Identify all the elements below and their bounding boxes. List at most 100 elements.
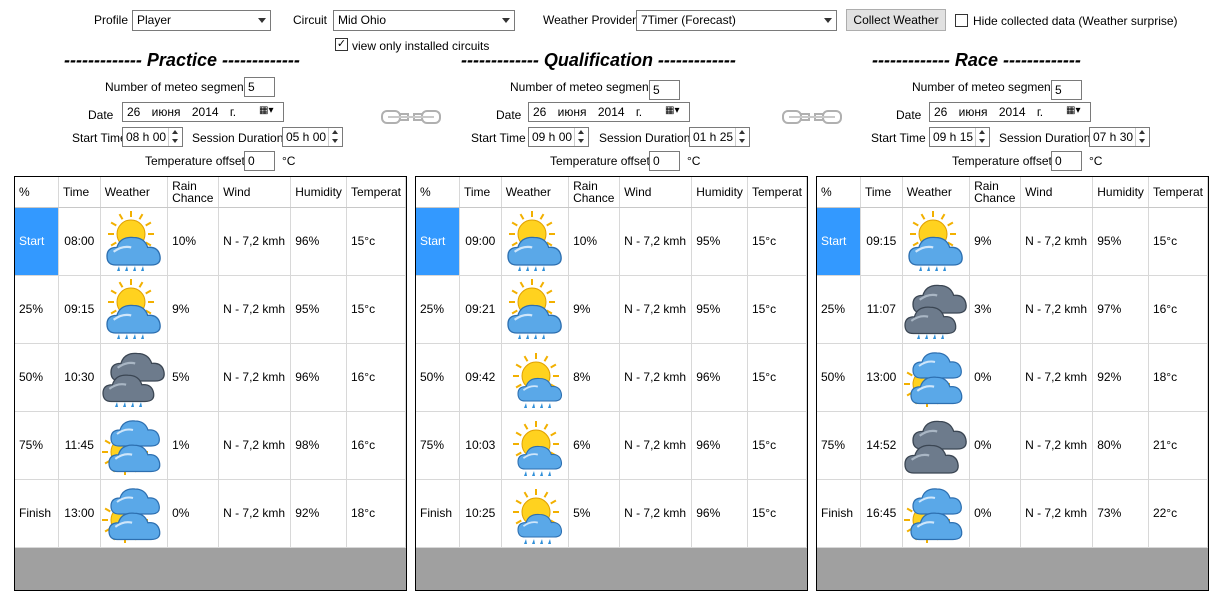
temperature-cell[interactable]: 15°c [1148,207,1208,276]
column-header[interactable]: Time [459,177,502,208]
segments-input[interactable]: 5 [244,77,275,97]
rain-chance-cell[interactable]: 9% [969,207,1022,276]
humidity-cell[interactable]: 92% [1092,343,1149,412]
temperature-cell[interactable]: 15°c [346,275,406,344]
humidity-cell[interactable]: 97% [1092,275,1149,344]
percent-cell[interactable]: 75% [817,411,861,480]
wind-cell[interactable]: N - 7,2 kmh [218,343,292,412]
percent-cell[interactable]: 75% [15,411,59,480]
column-header[interactable]: % [416,177,460,208]
wind-cell[interactable]: N - 7,2 kmh [619,479,693,548]
rain-chance-cell[interactable]: 0% [969,411,1022,480]
wind-cell[interactable]: N - 7,2 kmh [619,207,693,276]
time-cell[interactable]: 16:45 [860,479,903,548]
column-header[interactable]: Rain Chance [969,177,1022,208]
weather-grid[interactable]: % Time Weather Rain Chance Wind Humidity Tempe… [816,176,1209,591]
session-duration-spinner[interactable]: 07 h 30 [1089,127,1150,147]
column-header[interactable]: Wind [1020,177,1094,208]
session-duration-spinner[interactable]: 05 h 00 [282,127,343,147]
weather-cell[interactable] [501,207,570,276]
hide-collected-checkbox[interactable] [955,14,968,27]
table-row[interactable]: Finish 16:45 0% N - 7,2 kmh 73% 22°c [817,479,1208,548]
weather-cell[interactable] [902,343,971,412]
weather-cell[interactable] [100,343,169,412]
wind-cell[interactable]: N - 7,2 kmh [218,207,292,276]
percent-cell[interactable]: Finish [817,479,861,548]
temperature-offset-input[interactable]: 0 [244,151,275,171]
wind-cell[interactable]: N - 7,2 kmh [1020,411,1094,480]
rain-chance-cell[interactable]: 3% [969,275,1022,344]
percent-cell[interactable]: Start [15,207,59,276]
rain-chance-cell[interactable]: 0% [969,479,1022,548]
wind-cell[interactable]: N - 7,2 kmh [1020,343,1094,412]
date-picker[interactable]: 26 июня 2014 г. ▦▾ [929,102,1091,122]
start-time-spinner[interactable]: 09 h 00 [528,127,589,147]
temperature-cell[interactable]: 16°c [1148,275,1208,344]
wind-cell[interactable]: N - 7,2 kmh [218,411,292,480]
percent-cell[interactable]: 25% [416,275,460,344]
temperature-cell[interactable]: 15°c [747,275,807,344]
humidity-cell[interactable]: 96% [691,479,748,548]
temperature-cell[interactable]: 21°c [1148,411,1208,480]
time-cell[interactable]: 09:15 [860,207,903,276]
table-row[interactable]: Start 09:00 10% N - 7,2 kmh 95% 15°c [416,207,807,276]
weather-grid[interactable]: % Time Weather Rain Chance Wind Humidity Tempe… [415,176,808,591]
temperature-cell[interactable]: 15°c [346,207,406,276]
humidity-cell[interactable]: 96% [691,343,748,412]
humidity-cell[interactable]: 95% [691,275,748,344]
weather-cell[interactable] [100,479,169,548]
column-header[interactable]: % [15,177,59,208]
rain-chance-cell[interactable]: 1% [167,411,220,480]
spinner-arrows-icon[interactable] [975,128,989,146]
spinner-arrows-icon[interactable] [735,128,749,146]
weather-cell[interactable] [902,411,971,480]
rain-chance-cell[interactable]: 9% [568,275,621,344]
chevron-down-icon[interactable] [820,11,836,30]
time-cell[interactable]: 08:00 [58,207,101,276]
date-picker[interactable]: 26 июня 2014 г. ▦▾ [122,102,284,122]
chevron-down-icon[interactable] [254,11,270,30]
wind-cell[interactable]: N - 7,2 kmh [619,411,693,480]
weather-cell[interactable] [501,275,570,344]
spinner-arrows-icon[interactable] [1135,128,1149,146]
wind-cell[interactable]: N - 7,2 kmh [1020,479,1094,548]
humidity-cell[interactable]: 96% [290,207,347,276]
temperature-cell[interactable]: 22°c [1148,479,1208,548]
column-header[interactable]: Weather [902,177,971,208]
date-picker[interactable]: 26 июня 2014 г. ▦▾ [528,102,690,122]
wind-cell[interactable]: N - 7,2 kmh [619,275,693,344]
table-row[interactable]: Finish 10:25 5% N - 7,2 kmh 96% 15°c [416,479,807,548]
weather-cell[interactable] [100,411,169,480]
time-cell[interactable]: 09:21 [459,275,502,344]
time-cell[interactable]: 13:00 [58,479,101,548]
percent-cell[interactable]: 50% [15,343,59,412]
rain-chance-cell[interactable]: 5% [568,479,621,548]
calendar-icon[interactable]: ▦▾ [259,105,281,119]
humidity-cell[interactable]: 98% [290,411,347,480]
temperature-offset-input[interactable]: 0 [649,151,680,171]
installed-circuits-checkbox[interactable]: ✓ [335,38,348,51]
time-cell[interactable]: 09:42 [459,343,502,412]
time-cell[interactable]: 11:07 [860,275,903,344]
column-header[interactable]: % [817,177,861,208]
column-header[interactable]: Temperat [346,177,406,208]
temperature-cell[interactable]: 15°c [747,411,807,480]
start-time-spinner[interactable]: 08 h 00 [122,127,183,147]
table-row[interactable]: 25% 09:15 9% N - 7,2 kmh 95% 15°c [15,275,406,344]
table-row[interactable]: 25% 11:07 3% N - 7,2 kmh 97% 16°c [817,275,1208,344]
percent-cell[interactable]: 75% [416,411,460,480]
time-cell[interactable]: 13:00 [860,343,903,412]
weather-cell[interactable] [501,343,570,412]
circuit-select[interactable]: Mid Ohio [333,10,515,31]
temperature-cell[interactable]: 18°c [346,479,406,548]
profile-select[interactable]: Player [132,10,271,31]
time-cell[interactable]: 10:03 [459,411,502,480]
weather-cell[interactable] [902,275,971,344]
time-cell[interactable]: 09:15 [58,275,101,344]
calendar-icon[interactable]: ▦▾ [665,105,687,119]
column-header[interactable]: Rain Chance [167,177,220,208]
temperature-offset-input[interactable]: 0 [1051,151,1082,171]
rain-chance-cell[interactable]: 10% [167,207,220,276]
table-row[interactable]: 50% 13:00 0% N - 7,2 kmh 92% 18°c [817,343,1208,412]
time-cell[interactable]: 09:00 [459,207,502,276]
